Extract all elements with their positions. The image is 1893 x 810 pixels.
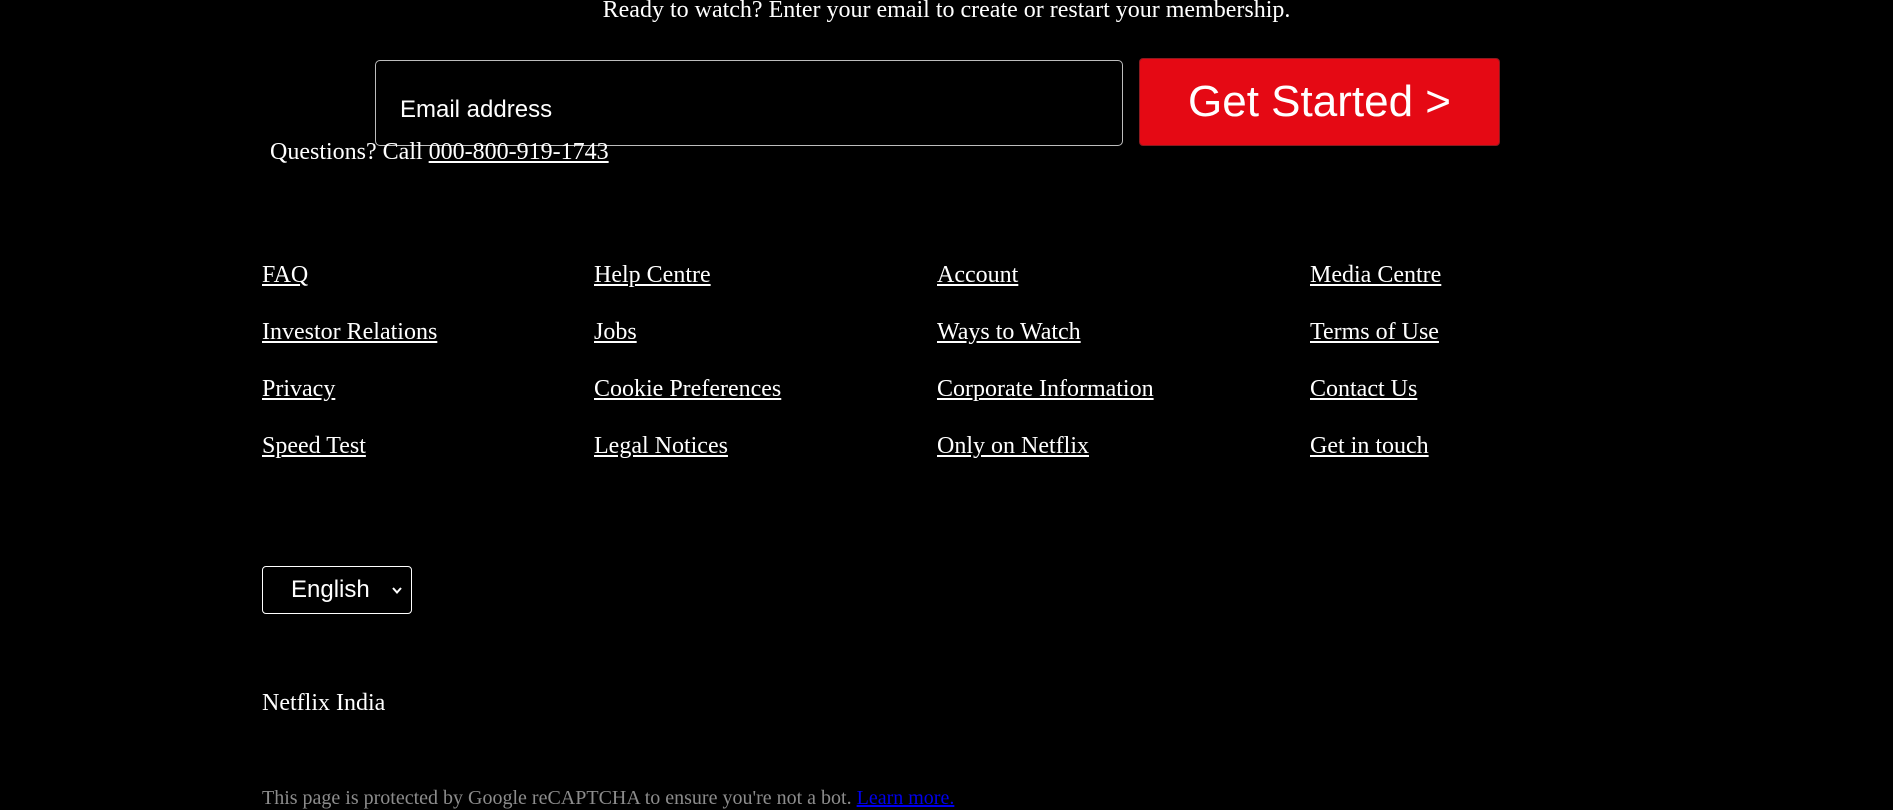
language-select-value: English xyxy=(291,576,370,603)
chevron-down-icon xyxy=(392,587,402,595)
phone-link[interactable]: 000-800-919-1743 xyxy=(429,139,609,165)
email-field[interactable]: Email address xyxy=(375,60,1123,146)
footer-link-only-on-netflix[interactable]: Only on Netflix xyxy=(937,431,1089,461)
contact-line: Questions? Call 000-800-919-1743 xyxy=(270,137,609,167)
footer-page: Ready to watch? Enter your email to crea… xyxy=(0,0,1893,810)
get-started-button[interactable]: Get Started > xyxy=(1139,58,1500,146)
footer-link-contact-us[interactable]: Contact Us xyxy=(1310,374,1417,404)
footer-link-media-centre[interactable]: Media Centre xyxy=(1310,260,1441,290)
footer-link-help-centre[interactable]: Help Centre xyxy=(594,260,711,290)
language-select[interactable]: English xyxy=(262,566,412,614)
country-label: Netflix India xyxy=(262,690,386,716)
footer-link-corporate-information[interactable]: Corporate Information xyxy=(937,374,1154,404)
footer-link-cookie-preferences[interactable]: Cookie Preferences xyxy=(594,374,781,404)
footer-link-faq[interactable]: FAQ xyxy=(262,260,308,290)
footer-link-speed-test[interactable]: Speed Test xyxy=(262,431,366,461)
footer-link-terms-of-use[interactable]: Terms of Use xyxy=(1310,317,1439,347)
footer-link-legal-notices[interactable]: Legal Notices xyxy=(594,431,728,461)
footer-link-jobs[interactable]: Jobs xyxy=(594,317,637,347)
membership-prompt: Ready to watch? Enter your email to crea… xyxy=(602,0,1291,23)
footer-link-investor-relations[interactable]: Investor Relations xyxy=(262,317,437,347)
learn-more-link[interactable]: Learn more. xyxy=(857,787,955,809)
recaptcha-notice: This page is protected by Google reCAPTC… xyxy=(262,784,954,810)
footer-link-privacy[interactable]: Privacy xyxy=(262,374,335,404)
email-field-label: Email address xyxy=(400,96,553,123)
footer-link-get-in-touch[interactable]: Get in touch xyxy=(1310,431,1429,461)
footer-link-account[interactable]: Account xyxy=(937,260,1018,290)
recaptcha-text: This page is protected by Google reCAPTC… xyxy=(262,787,857,809)
contact-prefix: Questions? Call xyxy=(270,139,429,165)
footer-link-ways-to-watch[interactable]: Ways to Watch xyxy=(937,317,1081,347)
